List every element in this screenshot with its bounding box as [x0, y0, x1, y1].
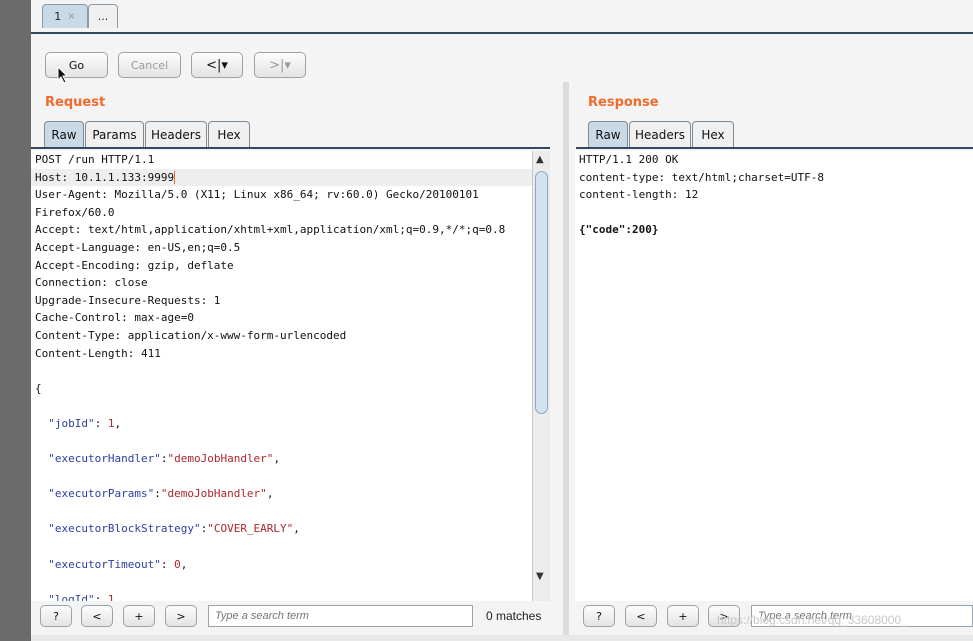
response-tab-headers[interactable]: Headers — [629, 121, 691, 147]
request-search-help-button[interactable]: ? — [40, 605, 72, 627]
repeater-tab-bar — [31, 0, 973, 34]
request-line — [31, 433, 532, 451]
request-line — [31, 573, 532, 591]
json-line-block-strategy: "executorBlockStrategy":"COVER_EARLY", — [48, 522, 300, 536]
request-search-prev-button[interactable]: < — [81, 605, 113, 627]
json-line-timeout: "executorTimeout": 0, — [48, 557, 188, 571]
json-line-jobid: "jobId": 1, — [48, 416, 122, 430]
response-search-help-button[interactable]: ? — [583, 605, 615, 627]
request-search-add-button[interactable]: + — [123, 605, 155, 627]
tab-new-label: ... — [97, 10, 109, 23]
request-line: Accept-Language: en-US,en;q=0.5 — [35, 240, 241, 254]
json-key: "executorTimeout" — [48, 557, 161, 571]
json-value: "demoJobHandler" — [160, 487, 267, 501]
json-line-logid: "logId": 1 — [31, 591, 532, 601]
request-line: User-Agent: Mozilla/5.0 (X11; Linux x86_… — [35, 188, 479, 202]
host-text: Host: 10.1.1.133:9999 — [35, 170, 175, 184]
request-tab-headers[interactable]: Headers — [145, 121, 207, 147]
json-key: "executorParams" — [48, 487, 155, 501]
tab-1[interactable]: 1 × — [42, 4, 88, 28]
response-search-add-button[interactable]: + — [667, 605, 699, 627]
forward-button[interactable]: >|▾ — [254, 52, 306, 78]
json-key: "executorHandler" — [48, 452, 161, 466]
request-tab-raw[interactable]: Raw — [44, 121, 84, 147]
response-tab-hex[interactable]: Hex — [692, 121, 734, 147]
request-line: POST /run HTTP/1.1 — [35, 153, 155, 166]
request-search-input[interactable] — [208, 605, 473, 627]
json-value: 0 — [174, 557, 181, 571]
go-button[interactable]: Go — [45, 52, 108, 78]
panel-split-divider[interactable] — [563, 82, 569, 635]
request-line: Accept: text/html,application/xhtml+xml,… — [35, 223, 506, 237]
request-tab-hex[interactable]: Hex — [208, 121, 250, 147]
response-tab-raw[interactable]: Raw — [588, 121, 628, 147]
request-line — [31, 503, 532, 521]
json-value: 1 — [107, 416, 115, 430]
request-tab-underline — [31, 147, 550, 149]
request-scrollbar-thumb[interactable] — [535, 171, 548, 414]
request-line: Connection: close — [35, 276, 148, 290]
request-line-host: Host: 10.1.1.133:9999 — [31, 168, 532, 187]
json-key: "logId" — [48, 592, 95, 601]
response-title: Response — [588, 95, 659, 110]
request-line — [31, 468, 532, 486]
response-editor[interactable]: HTTP/1.1 200 OK content-type: text/html;… — [575, 151, 973, 601]
json-value: "COVER_EARLY" — [207, 522, 294, 536]
bottom-edge — [31, 635, 973, 641]
request-title: Request — [45, 95, 106, 110]
response-body: {"code":200} — [579, 223, 659, 237]
request-search-next-button[interactable]: > — [165, 605, 197, 627]
mouse-cursor-icon — [57, 66, 69, 84]
scroll-up-arrow-icon[interactable]: ▲ — [536, 154, 544, 165]
request-line: Content-Length: 411 — [35, 346, 161, 360]
json-line-executor-params: "executorParams":"demoJobHandler", — [48, 487, 274, 501]
request-scrollbar[interactable]: ▲ ▼ — [532, 151, 550, 601]
request-line: Cache-Control: max-age=0 — [35, 311, 194, 325]
response-line: HTTP/1.1 200 OK — [579, 153, 679, 166]
response-line: content-type: text/html;charset=UTF-8 — [579, 170, 825, 184]
watermark: https://blog.csdn.net/qq_33608000_ — [717, 613, 908, 627]
back-button[interactable]: <|▾ — [191, 52, 243, 78]
json-key: "jobId" — [48, 416, 95, 430]
request-line — [31, 538, 532, 556]
json-value: 1 — [107, 592, 115, 601]
request-line — [31, 397, 532, 415]
cancel-button[interactable]: Cancel — [118, 52, 181, 78]
json-value: "demoJobHandler" — [167, 452, 274, 466]
request-tab-params[interactable]: Params — [85, 121, 144, 147]
tab-1-label: 1 — [54, 10, 62, 23]
tab-close-icon[interactable]: × — [67, 11, 75, 22]
tab-new[interactable]: ... — [88, 4, 118, 28]
response-tab-underline — [576, 147, 973, 149]
request-line: Upgrade-Insecure-Requests: 1 — [35, 293, 221, 307]
request-match-count: 0 matches — [486, 609, 542, 623]
request-line: { — [35, 381, 42, 395]
request-line: Firefox/60.0 — [35, 205, 115, 219]
json-key: "executorBlockStrategy" — [48, 522, 201, 536]
request-line: Accept-Encoding: gzip, deflate — [35, 258, 234, 272]
left-window-strip — [0, 0, 31, 641]
response-line: content-length: 12 — [579, 188, 699, 202]
text-caret — [174, 171, 176, 185]
scroll-down-arrow-icon[interactable]: ▼ — [536, 571, 544, 582]
response-search-prev-button[interactable]: < — [625, 605, 657, 627]
request-line: Content-Type: application/x-www-form-url… — [35, 328, 347, 342]
request-editor[interactable]: POST /run HTTP/1.1 Host: 10.1.1.133:9999… — [31, 151, 532, 601]
request-line — [31, 362, 532, 380]
json-line-executor-handler: "executorHandler":"demoJobHandler", — [48, 452, 281, 466]
response-line — [575, 204, 973, 222]
